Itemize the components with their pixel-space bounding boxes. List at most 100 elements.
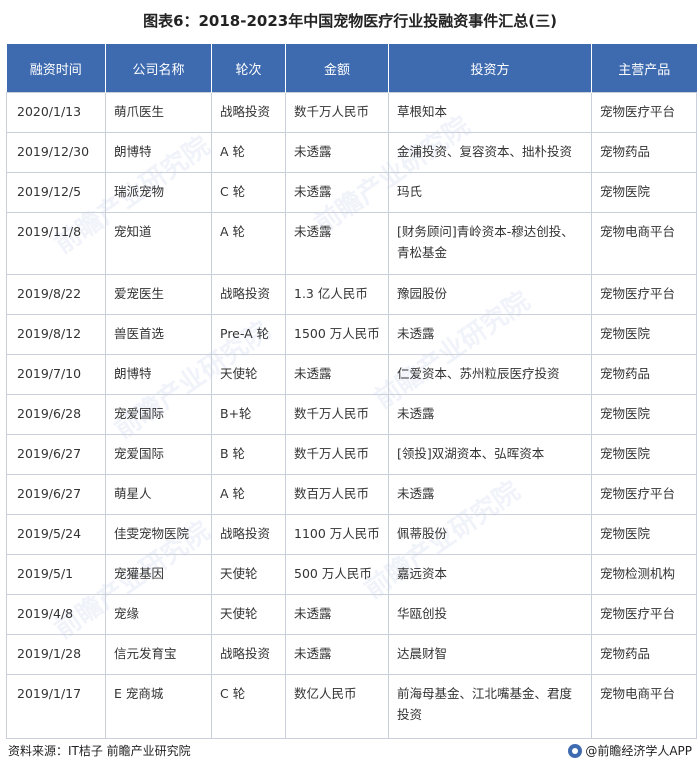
- cell-product: 宠物电商平台: [591, 674, 697, 739]
- cell-date: 2019/1/28: [6, 634, 106, 675]
- cell-investors: 未透露: [388, 474, 592, 515]
- table-row: 2019/1/17 E 宠商城 C 轮 数亿人民币 前海母基金、江北嘴基金、君度…: [6, 674, 697, 739]
- table-row: 2019/6/27 萌星人 A 轮 数百万人民币 未透露 宠物医疗平台: [6, 474, 697, 515]
- cell-product: 宠物医疗平台: [591, 594, 697, 635]
- cell-round: 天使轮: [211, 354, 286, 395]
- cell-investors: 未透露: [388, 394, 592, 435]
- cell-amount: 未透露: [285, 212, 389, 275]
- cell-date: 2019/1/17: [6, 674, 106, 739]
- header-amount: 金额: [285, 44, 389, 93]
- cell-investors: 金浦投资、复容资本、拙朴投资: [388, 132, 592, 173]
- cell-amount: 数百万人民币: [285, 474, 389, 515]
- cell-round: B 轮: [211, 434, 286, 475]
- table-row: 2019/12/30 朗博特 A 轮 未透露 金浦投资、复容资本、拙朴投资 宠物…: [6, 132, 697, 173]
- cell-investors: 嘉远资本: [388, 554, 592, 595]
- cell-company: 爱宠医生: [105, 274, 212, 315]
- cell-investors: [财务顾问]青岭资本-穆达创投、青松基金: [388, 212, 592, 275]
- cell-date: 2019/8/12: [6, 314, 106, 355]
- table-row: 2019/8/22 爱宠医生 战略投资 1.3 亿人民币 豫园股份 宠物医疗平台: [6, 274, 697, 315]
- cell-product: 宠物医疗平台: [591, 274, 697, 315]
- cell-company: 宠缘: [105, 594, 212, 635]
- header-investors: 投资方: [388, 44, 592, 93]
- header-company-name: 公司名称: [105, 44, 212, 93]
- cell-investors: 豫园股份: [388, 274, 592, 315]
- cell-product: 宠物药品: [591, 634, 697, 675]
- financing-events-table: 融资时间 公司名称 轮次 金额 投资方 主营产品 2020/1/13 萌爪医生 …: [6, 44, 697, 739]
- cell-round: A 轮: [211, 132, 286, 173]
- brand-text: @前瞻经济学人APP: [585, 744, 692, 758]
- table-row: 2019/5/1 宠獾基因 天使轮 500 万人民币 嘉远资本 宠物检测机构: [6, 554, 697, 595]
- header-round: 轮次: [211, 44, 286, 93]
- cell-amount: 未透露: [285, 634, 389, 675]
- cell-company: 朗博特: [105, 132, 212, 173]
- cell-date: 2019/4/8: [6, 594, 106, 635]
- table-row: 2019/6/28 宠爱国际 B+轮 数千万人民币 未透露 宠物医院: [6, 394, 697, 435]
- financing-table-container: 融资时间 公司名称 轮次 金额 投资方 主营产品 2020/1/13 萌爪医生 …: [6, 44, 697, 739]
- cell-company: 兽医首选: [105, 314, 212, 355]
- cell-round: 天使轮: [211, 594, 286, 635]
- cell-date: 2019/6/28: [6, 394, 106, 435]
- cell-date: 2020/1/13: [6, 92, 106, 133]
- cell-company: 宠爱国际: [105, 394, 212, 435]
- cell-product: 宠物医院: [591, 394, 697, 435]
- cell-date: 2019/8/22: [6, 274, 106, 315]
- header-main-products: 主营产品: [591, 44, 697, 93]
- cell-round: 战略投资: [211, 274, 286, 315]
- table-row: 2019/8/12 兽医首选 Pre-A 轮 1500 万人民币 未透露 宠物医…: [6, 314, 697, 355]
- table-row: 2019/5/24 佳雯宠物医院 战略投资 1100 万人民币 佩蒂股份 宠物医…: [6, 514, 697, 555]
- cell-amount: 未透露: [285, 354, 389, 395]
- cell-investors: 达晨财智: [388, 634, 592, 675]
- cell-round: C 轮: [211, 674, 286, 739]
- cell-round: A 轮: [211, 212, 286, 275]
- cell-round: 战略投资: [211, 634, 286, 675]
- cell-round: A 轮: [211, 474, 286, 515]
- cell-date: 2019/11/8: [6, 212, 106, 275]
- cell-product: 宠物医院: [591, 434, 697, 475]
- cell-round: Pre-A 轮: [211, 314, 286, 355]
- cell-round: 战略投资: [211, 92, 286, 133]
- source-note: 资料来源：IT桔子 前瞻产业研究院: [8, 744, 191, 758]
- cell-round: 天使轮: [211, 554, 286, 595]
- cell-company: 宠知道: [105, 212, 212, 275]
- table-row: 2019/1/28 信元发育宝 战略投资 未透露 达晨财智 宠物药品: [6, 634, 697, 675]
- cell-investors: 华瓯创投: [388, 594, 592, 635]
- cell-company: E 宠商城: [105, 674, 212, 739]
- cell-investors: [领投]双湖资本、弘晖资本: [388, 434, 592, 475]
- cell-investors: 草根知本: [388, 92, 592, 133]
- figure-footer: 资料来源：IT桔子 前瞻产业研究院 @前瞻经济学人APP: [0, 736, 700, 766]
- cell-product: 宠物药品: [591, 132, 697, 173]
- table-row: 2019/7/10 朗博特 天使轮 未透露 仁爱资本、苏州粒辰医疗投资 宠物药品: [6, 354, 697, 395]
- cell-amount: 数亿人民币: [285, 674, 389, 739]
- brand-logo-icon: [568, 743, 583, 758]
- cell-round: 战略投资: [211, 514, 286, 555]
- figure-title: 图表6：2018-2023年中国宠物医疗行业投融资事件汇总(三): [143, 11, 557, 30]
- table-row: 2019/6/27 宠爱国际 B 轮 数千万人民币 [领投]双湖资本、弘晖资本 …: [6, 434, 697, 475]
- cell-investors: 佩蒂股份: [388, 514, 592, 555]
- cell-product: 宠物检测机构: [591, 554, 697, 595]
- cell-company: 萌星人: [105, 474, 212, 515]
- table-header-row: 融资时间 公司名称 轮次 金额 投资方 主营产品: [6, 44, 697, 93]
- cell-investors: 玛氏: [388, 172, 592, 213]
- cell-date: 2019/6/27: [6, 434, 106, 475]
- cell-investors: 未透露: [388, 314, 592, 355]
- cell-round: B+轮: [211, 394, 286, 435]
- cell-company: 朗博特: [105, 354, 212, 395]
- cell-amount: 500 万人民币: [285, 554, 389, 595]
- cell-product: 宠物医院: [591, 514, 697, 555]
- cell-product: 宠物医疗平台: [591, 92, 697, 133]
- cell-amount: 数千万人民币: [285, 394, 389, 435]
- cell-date: 2019/12/5: [6, 172, 106, 213]
- cell-product: 宠物药品: [591, 354, 697, 395]
- cell-company: 宠獾基因: [105, 554, 212, 595]
- cell-amount: 未透露: [285, 132, 389, 173]
- cell-product: 宠物医院: [591, 314, 697, 355]
- cell-date: 2019/6/27: [6, 474, 106, 515]
- cell-date: 2019/7/10: [6, 354, 106, 395]
- cell-company: 瑞派宠物: [105, 172, 212, 213]
- cell-company: 萌爪医生: [105, 92, 212, 133]
- cell-company: 信元发育宝: [105, 634, 212, 675]
- cell-product: 宠物医院: [591, 172, 697, 213]
- cell-investors: 前海母基金、江北嘴基金、君度投资: [388, 674, 592, 739]
- cell-amount: 1100 万人民币: [285, 514, 389, 555]
- brand-attribution: @前瞻经济学人APP: [568, 742, 692, 759]
